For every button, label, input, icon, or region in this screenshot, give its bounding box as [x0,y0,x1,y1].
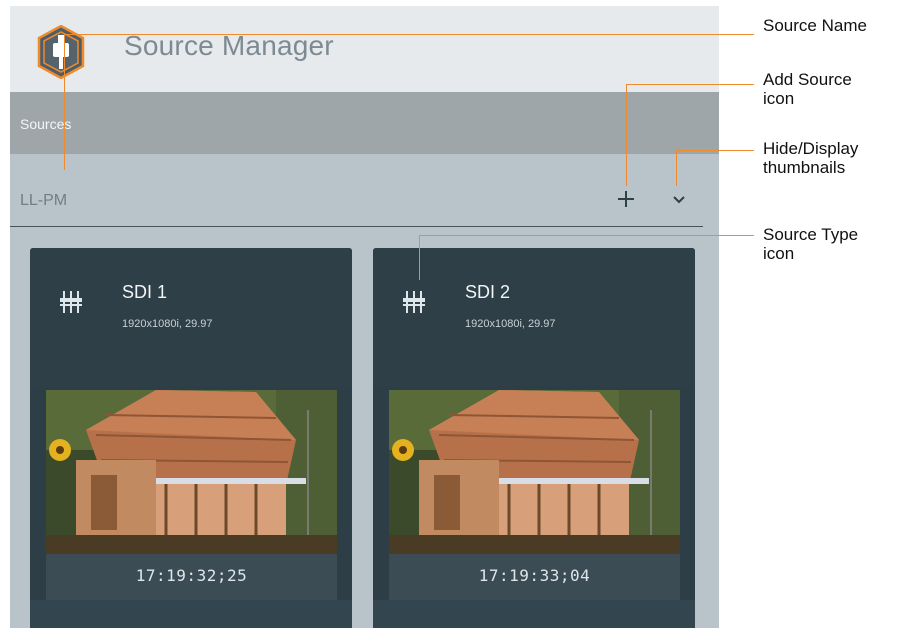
callout-line-source-name [64,34,754,35]
callout-source-type: Source Type icon [763,225,859,263]
callout-line-hide-display-drop [676,150,677,186]
source-group-row: LL-PM [10,176,703,227]
source-group-name[interactable]: LL-PM [20,192,67,210]
source-card-header: SDI 2 1920x1080i, 29.97 [373,248,695,386]
timecode: 17:19:32;25 [135,566,248,585]
toggle-thumbnails-button[interactable] [667,188,691,212]
source-name: SDI 1 [122,282,168,302]
callout-source-name: Source Name [763,16,867,35]
shed-thumbnail-image [389,390,680,554]
source-card-footer [373,600,695,628]
timecode-bar: 17:19:33;04 [389,554,680,600]
source-card-footer [30,600,352,628]
callout-add-source: Add Source icon [763,70,852,108]
sources-section-header: Sources [10,92,719,154]
app-header: Source Manager [10,6,719,92]
timecode: 17:19:33;04 [478,566,591,585]
shed-thumbnail-image [46,390,337,554]
source-manager-panel: Source Manager Sources LL-PM SDI 1 1920x… [10,6,719,628]
source-thumbnail[interactable] [389,390,680,554]
source-thumbnail[interactable] [46,390,337,554]
source-format: 1920x1080i, 29.97 [465,318,556,330]
source-card[interactable]: SDI 2 1920x1080i, 29.97 17:19:33;04 [373,248,695,628]
add-source-button[interactable] [613,186,639,212]
sdi-connector-icon [60,291,82,313]
chevron-down-icon [673,196,685,204]
callout-hide-display: Hide/Display thumbnails [763,139,859,177]
sdi-connector-icon [403,291,425,313]
plus-icon [618,191,634,207]
source-card-header: SDI 1 1920x1080i, 29.97 [30,248,352,386]
callout-line-source-name-drop [64,34,65,170]
source-card[interactable]: SDI 1 1920x1080i, 29.97 17:19:32;25 [30,248,352,628]
callout-line-hide-display [676,150,754,151]
callout-line-source-type-drop [419,235,420,280]
source-name: SDI 2 [465,282,511,302]
callout-line-add-source [626,84,754,85]
callout-line-source-type [419,235,754,236]
callout-line-add-source-drop [626,84,627,186]
timecode-bar: 17:19:32;25 [46,554,337,600]
source-format: 1920x1080i, 29.97 [122,318,213,330]
